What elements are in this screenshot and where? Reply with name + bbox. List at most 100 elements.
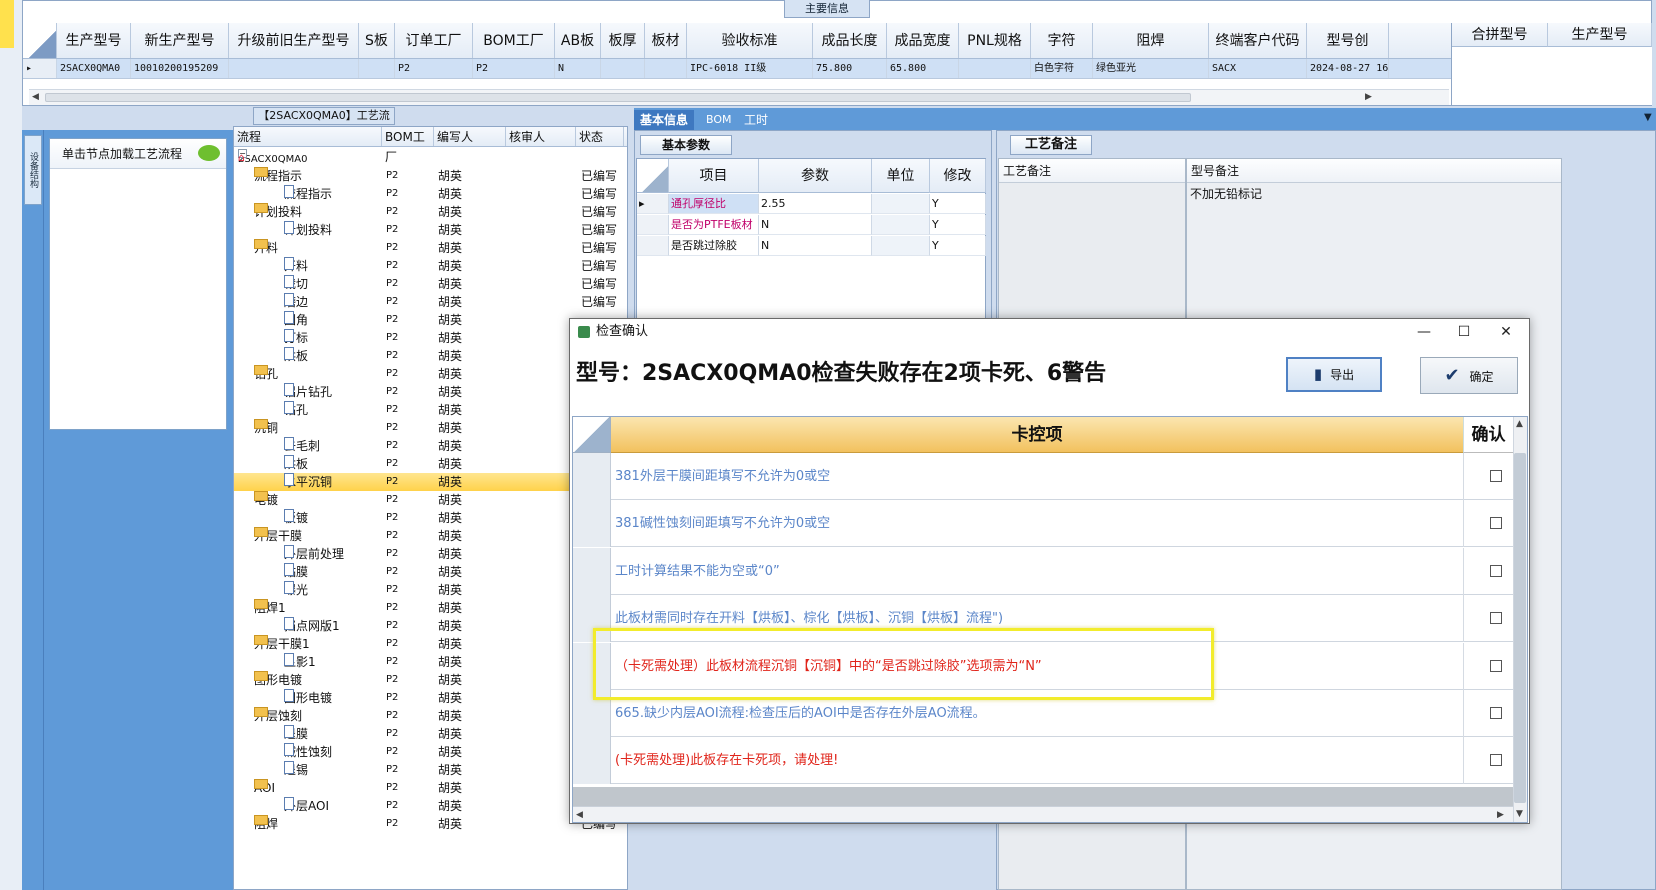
- col-header[interactable]: AB板: [555, 23, 601, 58]
- document-icon: [284, 455, 294, 468]
- cell[interactable]: 绿色亚光: [1093, 59, 1209, 78]
- param-unit[interactable]: [872, 236, 930, 256]
- cell[interactable]: P2: [473, 59, 555, 78]
- param-edit[interactable]: Y: [930, 194, 986, 214]
- check-confirm-dialog: 检查确认 — ☐ ✕ 型号：2SACX0QMA0检查失败存在2项卡死、6警告 ▮…: [569, 318, 1530, 824]
- hscroll-thumb[interactable]: [45, 93, 1191, 102]
- scroll-left-icon[interactable]: ◀: [32, 92, 39, 102]
- scroll-up-icon[interactable]: ▲: [1516, 419, 1523, 429]
- tree-node[interactable]: −计划投料 P2 胡英 已编写: [234, 203, 627, 221]
- col-header[interactable]: 型号创: [1307, 23, 1389, 58]
- tree-node[interactable]: 开料 P2 胡英 已编写: [234, 257, 627, 275]
- tree-node[interactable]: −开料 P2 胡英 已编写: [234, 239, 627, 257]
- cell[interactable]: [959, 59, 1031, 78]
- chat-bubble-icon[interactable]: [198, 145, 220, 161]
- node-bom: P2: [386, 692, 399, 703]
- cell[interactable]: [359, 59, 395, 78]
- cell[interactable]: P2: [395, 59, 473, 78]
- tree-node[interactable]: 裁切 P2 胡英 已编写: [234, 275, 627, 293]
- column-separator: [1463, 500, 1464, 548]
- device-structure-tab[interactable]: 设备结构: [24, 135, 42, 205]
- confirm-checkbox[interactable]: [1490, 612, 1502, 625]
- col-header[interactable]: BOM工厂: [473, 23, 555, 58]
- tab-bom[interactable]: BOM: [700, 110, 738, 130]
- param-item[interactable]: 通孔厚径比: [669, 194, 759, 214]
- col-header[interactable]: 新生产型号: [131, 23, 229, 58]
- cell[interactable]: 2SACX0QMA0: [57, 59, 131, 78]
- param-item[interactable]: 是否跳过除胶: [669, 236, 759, 256]
- scroll-right-icon[interactable]: ▶: [1497, 810, 1504, 820]
- row-header: [573, 453, 611, 500]
- tree-node[interactable]: 磨边 P2 胡英 已编写: [234, 293, 627, 311]
- tree-node[interactable]: 流程指示 P2 胡英 已编写: [234, 185, 627, 203]
- export-button[interactable]: ▮ 导出: [1286, 357, 1382, 392]
- col-header[interactable]: 升级前旧生产型号: [229, 23, 359, 58]
- cell[interactable]: 白色字符: [1031, 59, 1093, 78]
- main-info-row[interactable]: ▸ 2SACX0QMA0 10010200195209 P2 P2 N IPC-6018 I…: [23, 59, 1451, 79]
- minimize-icon[interactable]: —: [1404, 319, 1444, 345]
- tab-basic-info[interactable]: 基本信息: [634, 110, 695, 130]
- node-author: 胡英: [438, 511, 463, 525]
- col-header[interactable]: 板厚: [601, 23, 645, 58]
- dialog-hscroll[interactable]: ◀ ▶: [573, 806, 1513, 822]
- col-header[interactable]: 终端客户代码: [1209, 23, 1307, 58]
- scroll-down-icon[interactable]: ▼: [1516, 809, 1523, 819]
- basic-params-tab[interactable]: 基本参数: [640, 135, 732, 155]
- col-header[interactable]: S板: [359, 23, 395, 58]
- cell[interactable]: 75.800: [813, 59, 887, 78]
- cell[interactable]: SACX: [1209, 59, 1307, 78]
- col-header[interactable]: 验收标准: [687, 23, 813, 58]
- document-icon: [284, 743, 294, 756]
- param-value[interactable]: N: [759, 236, 872, 256]
- tab-worktime[interactable]: 工时: [738, 110, 774, 130]
- param-value[interactable]: N: [759, 215, 872, 235]
- document-icon: [284, 545, 294, 558]
- col-header[interactable]: 板材: [645, 23, 687, 58]
- dropdown-icon[interactable]: ▼: [1644, 112, 1652, 123]
- document-icon: [284, 221, 294, 234]
- param-edit[interactable]: Y: [930, 236, 986, 256]
- main-info-hscroll[interactable]: ◀ ▶: [29, 89, 1449, 105]
- confirm-checkbox[interactable]: [1490, 470, 1502, 482]
- confirm-checkbox[interactable]: [1490, 564, 1502, 577]
- confirm-checkbox[interactable]: [1490, 659, 1502, 672]
- vscroll-thumb[interactable]: [1514, 453, 1526, 803]
- scroll-left-icon[interactable]: ◀: [576, 810, 583, 820]
- cell[interactable]: 10010200195209: [131, 59, 229, 78]
- cell[interactable]: [229, 59, 359, 78]
- cell[interactable]: IPC-6018 II级: [687, 59, 813, 78]
- col-header[interactable]: 阻焊: [1093, 23, 1209, 58]
- tree-node[interactable]: −流程指示 P2 胡英 已编写: [234, 167, 627, 185]
- confirm-checkbox[interactable]: [1490, 754, 1502, 767]
- tree-node[interactable]: 计划投料 P2 胡英 已编写: [234, 221, 627, 239]
- col-header[interactable]: 成品长度: [813, 23, 887, 58]
- scroll-right-icon[interactable]: ▶: [1365, 92, 1372, 102]
- confirm-checkbox[interactable]: [1490, 517, 1502, 530]
- maximize-icon[interactable]: ☐: [1444, 319, 1484, 345]
- process-notes-tab[interactable]: 工艺备注: [1010, 135, 1092, 155]
- model-note-text: 不加无铅标记: [1190, 187, 1263, 201]
- tree-root[interactable]: − ⌂ 2SACX0QMA0: [234, 149, 627, 167]
- param-item[interactable]: 是否为PTFE板材: [669, 215, 759, 235]
- document-icon: [284, 689, 294, 702]
- col-header[interactable]: PNL规格: [959, 23, 1031, 58]
- column-separator: [1463, 547, 1464, 595]
- param-value[interactable]: 2.55: [759, 194, 872, 214]
- ok-button[interactable]: ✔ 确定: [1420, 357, 1518, 394]
- col-header[interactable]: 字符: [1031, 23, 1093, 58]
- confirm-checkbox[interactable]: [1490, 707, 1502, 719]
- cell[interactable]: [601, 59, 645, 78]
- param-unit[interactable]: [872, 215, 930, 235]
- cell[interactable]: [645, 59, 687, 78]
- cell[interactable]: 65.800: [887, 59, 959, 78]
- col-header[interactable]: 生产型号: [57, 23, 131, 58]
- param-unit[interactable]: [872, 194, 930, 214]
- close-icon[interactable]: ✕: [1486, 319, 1526, 345]
- param-edit[interactable]: Y: [930, 215, 986, 235]
- cell[interactable]: N: [555, 59, 601, 78]
- node-bom: P2: [386, 350, 399, 361]
- cell[interactable]: 2024-08-27 16:4: [1307, 59, 1389, 78]
- col-header[interactable]: 成品宽度: [887, 23, 959, 58]
- col-header[interactable]: 订单工厂: [395, 23, 473, 58]
- node-author: 胡英: [438, 727, 463, 741]
